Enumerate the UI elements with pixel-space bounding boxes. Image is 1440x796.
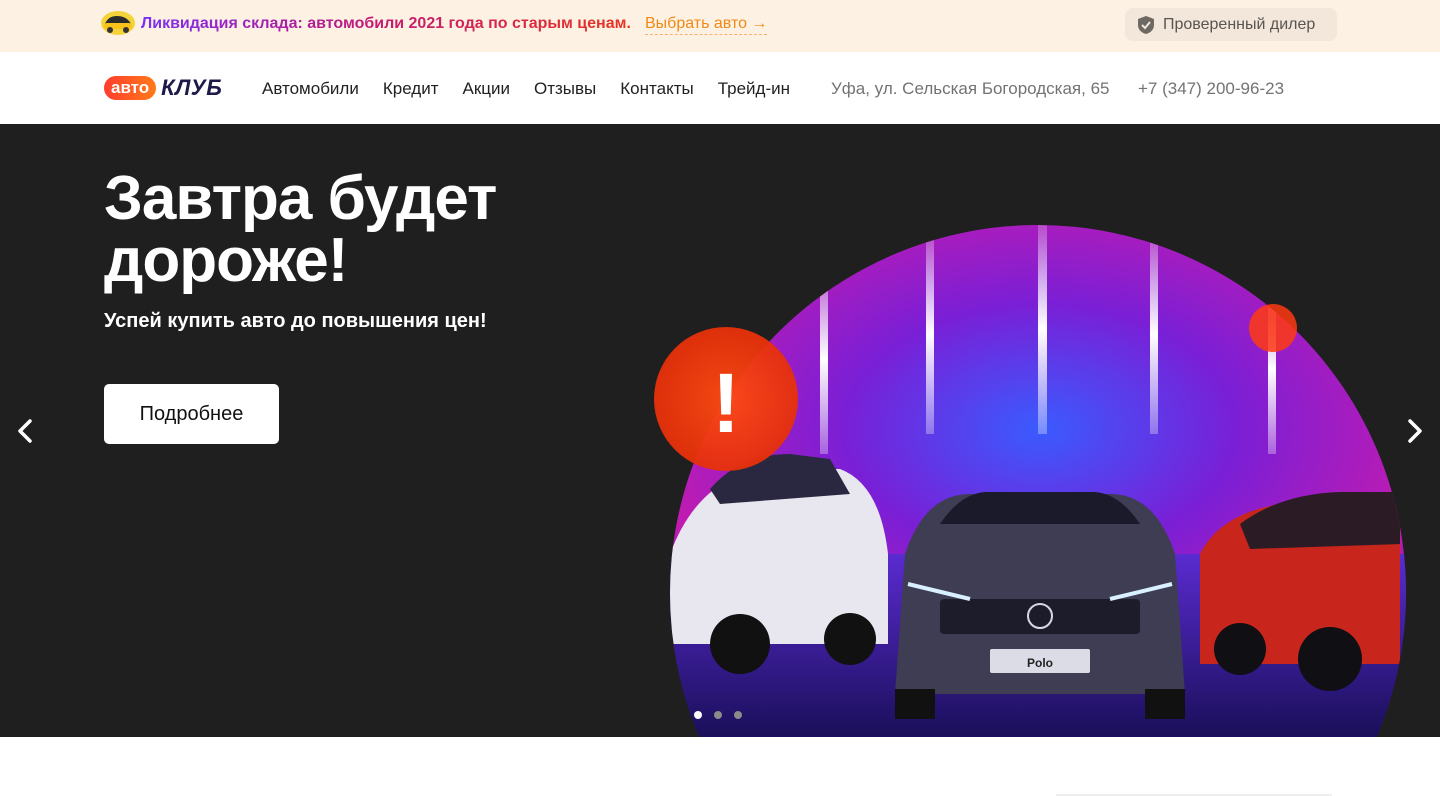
nav-item-contacts[interactable]: Контакты xyxy=(620,79,693,99)
verified-dealer-label: Проверенный дилер xyxy=(1163,15,1316,33)
hero-title: Завтра будет дороже! xyxy=(104,164,497,295)
dealer-address: Уфа, ул. Сельская Богородская, 65 xyxy=(831,79,1110,98)
slider-dot-3[interactable] xyxy=(734,711,742,719)
exclamation-text: ! xyxy=(712,356,740,450)
hero-subtitle: Успей купить авто до повышения цен! xyxy=(104,310,487,332)
nav-item-cars[interactable]: Автомобили xyxy=(262,79,359,99)
more-button[interactable]: Подробнее xyxy=(104,384,279,444)
nav-item-promos[interactable]: Акции xyxy=(462,79,510,99)
verified-dealer-badge[interactable]: Проверенный дилер xyxy=(1125,8,1337,41)
car-emoji-icon xyxy=(101,11,135,35)
phone-link[interactable]: +7 (347) 200-96-23 xyxy=(1138,79,1284,99)
promo-bar: Ликвидация склада: автомобили 2021 года … xyxy=(0,0,1440,52)
site-header: авто КЛУБ Автомобили Кредит Акции Отзывы… xyxy=(0,52,1440,124)
nav-item-reviews[interactable]: Отзывы xyxy=(534,79,596,99)
main-nav: Автомобили Кредит Акции Отзывы Контакты … xyxy=(262,79,790,99)
hero-slider: Завтра будет дороже! Успей купить авто д… xyxy=(0,124,1440,737)
logo-word: КЛУБ xyxy=(161,75,223,100)
nav-item-credit[interactable]: Кредит xyxy=(383,79,439,99)
hero-cars-image: Polo ! xyxy=(654,225,1406,737)
shield-check-icon xyxy=(1138,15,1154,34)
nav-item-trade-in[interactable]: Трейд-ин xyxy=(718,79,790,99)
slider-dot-1[interactable] xyxy=(694,711,702,719)
logo-pill: авто xyxy=(104,76,157,100)
slider-dots xyxy=(694,711,742,719)
prev-slide-arrow-icon[interactable] xyxy=(14,418,38,444)
choose-car-link[interactable]: Выбрать авто → xyxy=(645,15,768,35)
slider-dot-2[interactable] xyxy=(714,711,722,719)
promo-text: Ликвидация склада: автомобили 2021 года … xyxy=(141,15,631,32)
plate-text: Polo xyxy=(1027,656,1053,670)
logo[interactable]: авто КЛУБ xyxy=(104,75,223,100)
